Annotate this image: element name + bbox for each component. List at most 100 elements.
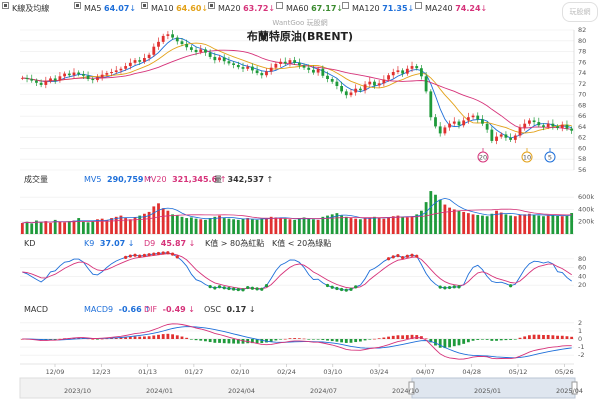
volume-bar (204, 219, 207, 234)
dif-value: -0.49 (163, 305, 186, 314)
volume-bar (523, 214, 527, 234)
volume-bar (128, 219, 132, 234)
volume-bar (565, 215, 569, 234)
osc-bar (199, 339, 203, 341)
kd-green-dot (349, 287, 353, 291)
candle-body (551, 123, 555, 127)
osc-bar (297, 338, 301, 339)
stock-chart: WantGoo 玩股網 布蘭特原油(BRENT) 20 10 5 828078767… (19, 18, 594, 399)
candle-body (96, 77, 99, 81)
k9-legend: K9 37.07 ↓ (84, 239, 134, 248)
volume-bar (368, 217, 372, 234)
candle-body (241, 67, 245, 69)
price-tick: 58 (578, 155, 586, 163)
candle-body (91, 79, 95, 81)
candle-body (349, 92, 353, 96)
kd-red-dot (166, 251, 170, 255)
candle-body (100, 74, 104, 78)
candle-body (269, 67, 273, 72)
kd-green-dot (509, 284, 513, 288)
date-tick: 05/26 (555, 368, 574, 376)
volume-label: 成交量 (24, 174, 48, 184)
date-tick: 02/10 (231, 368, 250, 376)
volume-bar (246, 218, 250, 234)
candle-body (401, 70, 405, 74)
candle-body (471, 115, 475, 118)
osc-value: 0.17 (227, 305, 247, 314)
marker-label: 5 (548, 154, 552, 162)
date-tick: 05/12 (509, 368, 528, 376)
osc-bar (537, 334, 541, 339)
volume-bar (560, 216, 564, 234)
kd-grid (20, 258, 574, 286)
volume-bar (504, 214, 508, 234)
candle-body (495, 136, 498, 141)
volume-bar (462, 211, 466, 234)
candle-body (452, 121, 456, 124)
kd-red-dot (142, 253, 147, 257)
candle-body (560, 124, 564, 128)
candle-body (321, 68, 325, 76)
candle-body (147, 54, 151, 58)
chart-title: 布蘭特原油(BRENT) (247, 29, 353, 43)
osc-bar (283, 338, 287, 340)
macd-lines (22, 323, 572, 360)
volume-bar (307, 218, 311, 234)
volume-bar (293, 219, 297, 234)
kd-green-dot (260, 287, 264, 291)
candle-body (420, 68, 423, 77)
osc-bar (96, 339, 99, 340)
kd-red-dot (124, 255, 128, 259)
volume-tick: 200k (578, 218, 594, 226)
candle-body (58, 76, 62, 81)
osc-bar (373, 338, 376, 340)
candle-body (307, 67, 311, 70)
osc-bar (560, 335, 564, 339)
ma-markers: 20 10 5 (477, 148, 556, 163)
kd-note-high: K值 > 80為紅點 (205, 238, 264, 248)
osc-bar (556, 335, 559, 339)
osc-bar (335, 339, 339, 342)
volume-bar (213, 216, 217, 234)
osc-bar (377, 338, 381, 339)
osc-bar (185, 337, 189, 339)
volume-bars (20, 191, 574, 234)
volume-bar (358, 219, 362, 234)
volume-bar (175, 215, 179, 234)
volume-bar (302, 217, 306, 234)
macd9-line (22, 326, 572, 359)
osc-bar (490, 339, 494, 341)
kd-tick: 60 (578, 264, 586, 272)
kd-green-dot (250, 286, 254, 290)
volume-bar (110, 218, 113, 234)
kd-red-dot (156, 251, 161, 256)
kd-green-dot (208, 285, 212, 289)
kd-lines (22, 252, 572, 291)
volume-bar (255, 219, 259, 234)
kd-label: KD (24, 239, 35, 248)
volume-bar (387, 217, 390, 234)
candle-body (143, 58, 146, 62)
osc-bar (509, 339, 513, 340)
candle-body (72, 72, 76, 76)
k9-arrow: ↓ (128, 239, 135, 248)
osc-bar (218, 339, 221, 343)
kd-red-dot (410, 253, 414, 257)
date-tick: 03/24 (370, 368, 389, 376)
candle-body (312, 69, 315, 73)
volume-bar (232, 219, 236, 234)
marker-label: 20 (479, 154, 487, 162)
dif-legend: DIF -0.49 ↓ (144, 305, 195, 314)
osc-bar (532, 334, 536, 339)
osc-bar (204, 339, 207, 342)
osc-bar (288, 338, 292, 339)
volume-bar (457, 210, 461, 234)
date-tick: 01/27 (185, 368, 204, 376)
candle-body (302, 65, 306, 68)
kd-red-dot (175, 255, 179, 259)
candle-body (457, 121, 461, 126)
volume-bar (283, 218, 287, 234)
osc-bar (499, 339, 503, 341)
osc-bar (396, 335, 400, 339)
volume-bar (161, 208, 165, 234)
